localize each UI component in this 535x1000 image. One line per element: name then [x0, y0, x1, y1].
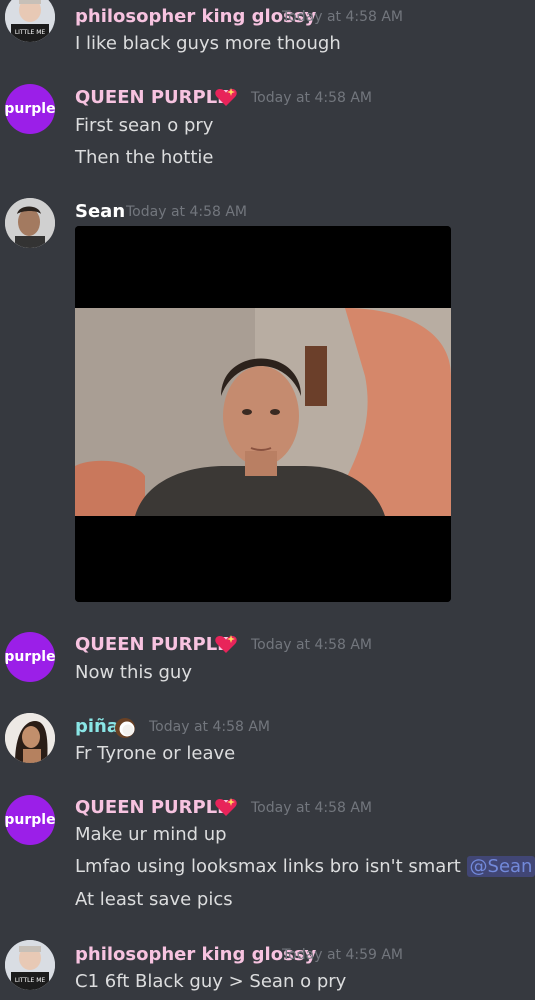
avatar[interactable]: purple: [5, 84, 55, 134]
timestamp: Today at 4:58 AM: [251, 637, 373, 653]
username[interactable]: philosopher king glossy: [75, 6, 316, 27]
svg-text:LITTLE ME: LITTLE ME: [15, 977, 46, 984]
message-text: C1 6ft Black guy > Sean o pry: [75, 971, 347, 992]
timestamp: Today at 4:59 AM: [282, 947, 404, 963]
timestamp: Today at 4:58 AM: [149, 719, 271, 735]
sparkling-heart-icon: [215, 88, 237, 106]
avatar[interactable]: LITTLE ME: [5, 940, 55, 990]
message-text: First sean o pry: [75, 115, 214, 136]
username[interactable]: QUEEN PURPLE: [75, 797, 229, 818]
timestamp: Today at 4:58 AM: [282, 9, 404, 25]
username[interactable]: piña: [75, 716, 119, 737]
avatar[interactable]: purple: [5, 795, 55, 845]
timestamp: Today at 4:58 AM: [251, 800, 373, 816]
image-attachment[interactable]: [75, 226, 451, 602]
sparkling-heart-icon: [215, 635, 237, 653]
avatar[interactable]: [5, 198, 55, 248]
message-text: Fr Tyrone or leave: [75, 743, 236, 764]
username[interactable]: philosopher king glossy: [75, 944, 316, 965]
username[interactable]: Sean: [75, 201, 125, 222]
user-mention[interactable]: @Sean: [466, 856, 535, 877]
coconut-emoji-icon: [115, 718, 135, 738]
message-text: Make ur mind up: [75, 824, 227, 845]
sparkling-heart-icon: [215, 798, 237, 816]
message-text: Lmfao using looksmax links bro isn't sma…: [75, 856, 535, 877]
avatar[interactable]: purple: [5, 632, 55, 682]
message-text: At least save pics: [75, 889, 233, 910]
selfie-photo: [75, 226, 451, 602]
avatar[interactable]: [5, 713, 55, 763]
timestamp: Today at 4:58 AM: [126, 204, 248, 220]
avatar[interactable]: LITTLE ME: [5, 0, 55, 42]
message-text: I like black guys more though: [75, 33, 341, 54]
message-text-part: Lmfao using looksmax links bro isn't sma…: [75, 856, 461, 877]
timestamp: Today at 4:58 AM: [251, 90, 373, 106]
username[interactable]: QUEEN PURPLE: [75, 87, 229, 108]
svg-text:LITTLE ME: LITTLE ME: [15, 29, 46, 36]
message-text: Then the hottie: [75, 147, 214, 168]
message-text: Now this guy: [75, 662, 192, 683]
username[interactable]: QUEEN PURPLE: [75, 634, 229, 655]
